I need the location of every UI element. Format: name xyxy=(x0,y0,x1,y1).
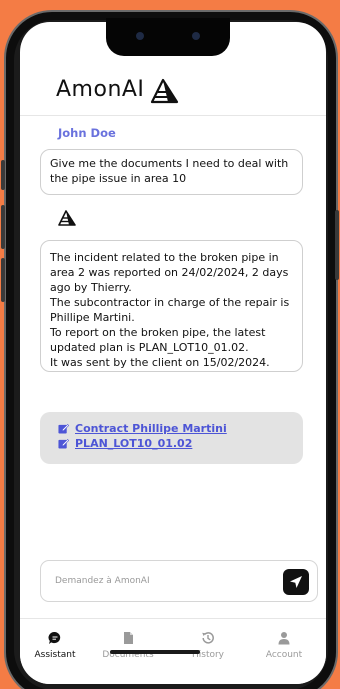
tab-label: Assistant xyxy=(34,650,76,660)
tab-assistant[interactable]: Assistant xyxy=(20,631,90,660)
camera-icon xyxy=(192,32,200,40)
document-link-label[interactable]: PLAN_LOT10_01.02 xyxy=(75,437,192,450)
phone-side-button xyxy=(335,210,339,280)
phone-notch xyxy=(106,18,230,56)
user-name: John Doe xyxy=(58,126,116,140)
chat-bubble-icon xyxy=(48,631,61,644)
user-message-text: Give me the documents I need to deal wit… xyxy=(50,157,289,185)
assistant-message: The incident related to the broken pipe … xyxy=(40,240,303,372)
document-icon xyxy=(124,632,133,644)
home-indicator xyxy=(110,650,200,654)
camera-icon xyxy=(136,32,144,40)
pyramid-logo-icon xyxy=(150,78,179,104)
document-link-plan[interactable]: PLAN_LOT10_01.02 xyxy=(58,436,285,451)
edit-document-icon xyxy=(58,423,69,434)
phone-side-button xyxy=(1,258,5,302)
assistant-message-line: To report on the broken pipe, the latest… xyxy=(50,326,266,354)
tab-history[interactable]: History xyxy=(173,631,243,660)
phone-side-button xyxy=(1,160,5,190)
app-screen: AmonAI John Doe Give me the documents I … xyxy=(20,22,326,684)
history-icon xyxy=(202,632,214,644)
document-links-panel: Contract Phillipe Martini PLAN_LOT10_01.… xyxy=(40,412,303,464)
app-title: AmonAI xyxy=(56,77,145,102)
assistant-message-line: It was sent by the client on 15/02/2024. xyxy=(50,356,270,369)
person-icon xyxy=(278,632,290,645)
send-icon xyxy=(290,576,302,588)
tab-documents[interactable]: Documents xyxy=(93,631,163,660)
message-input-box xyxy=(40,560,318,602)
send-button[interactable] xyxy=(283,569,309,595)
message-input[interactable] xyxy=(55,571,255,591)
assistant-avatar-icon xyxy=(58,210,76,226)
document-link-contract[interactable]: Contract Phillipe Martini xyxy=(58,421,285,436)
phone-side-button xyxy=(1,205,5,249)
tab-account[interactable]: Account xyxy=(249,631,319,660)
assistant-message-line: The subcontractor in charge of the repai… xyxy=(50,296,290,324)
edit-document-icon xyxy=(58,438,69,449)
document-link-label[interactable]: Contract Phillipe Martini xyxy=(75,422,227,435)
tab-label: Account xyxy=(265,650,303,660)
user-message: Give me the documents I need to deal wit… xyxy=(40,149,303,195)
assistant-message-line: The incident related to the broken pipe … xyxy=(50,251,289,294)
